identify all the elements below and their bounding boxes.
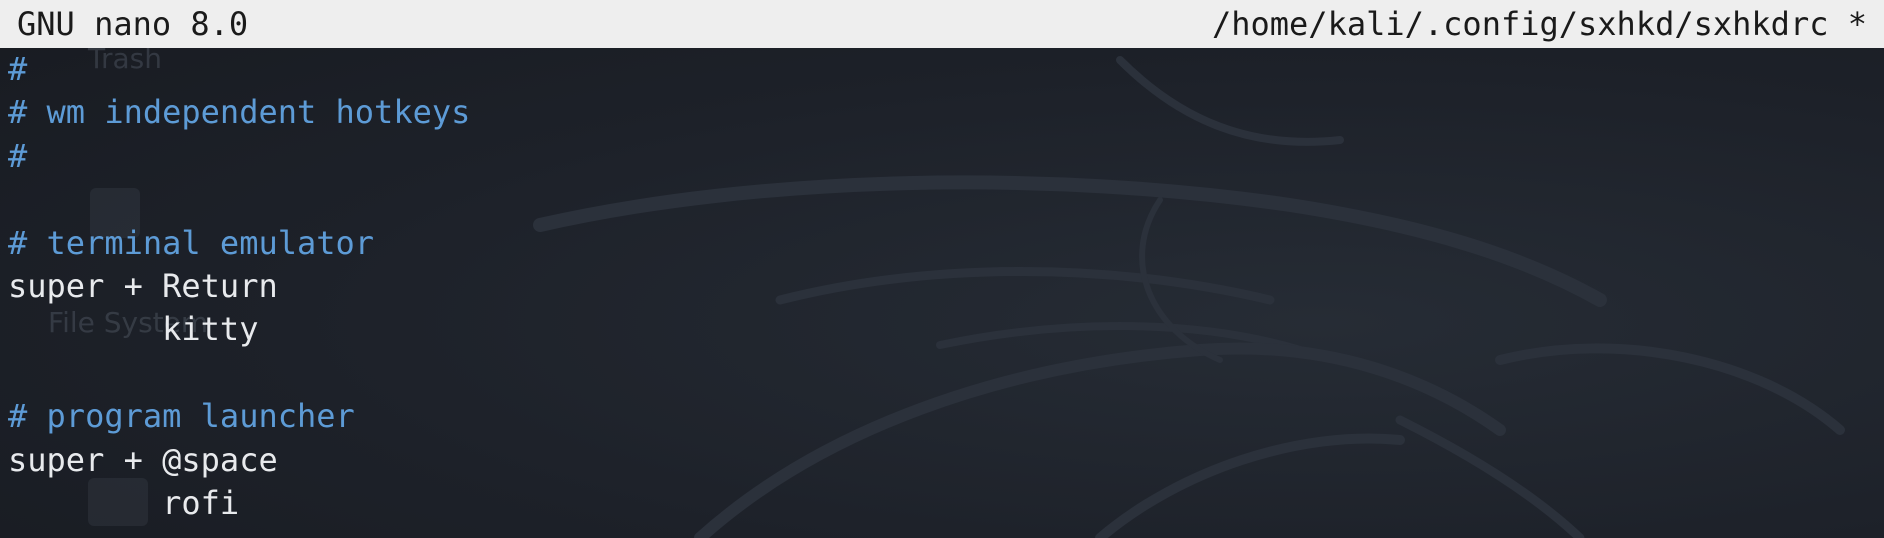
editor-line[interactable]: # wm independent hotkeys: [8, 91, 1868, 134]
terminal-window[interactable]: Trash File System GNU nano 8.0 /home/kal…: [0, 0, 1884, 538]
editor-line[interactable]: kitty: [8, 308, 1868, 351]
editor-line[interactable]: [8, 178, 1868, 221]
editor-line[interactable]: super + Return: [8, 265, 1868, 308]
editor-line[interactable]: super + @space: [8, 439, 1868, 482]
file-path: /home/kali/.config/sxhkd/sxhkdrc *: [1211, 5, 1867, 43]
editor-line[interactable]: #: [8, 135, 1868, 178]
editor-line[interactable]: # terminal emulator: [8, 222, 1868, 265]
nano-version: GNU nano 8.0: [17, 5, 249, 43]
editor-line[interactable]: [8, 352, 1868, 395]
editor-line[interactable]: # program launcher: [8, 395, 1868, 438]
editor-text-area[interactable]: # # wm independent hotkeys # # terminal …: [8, 48, 1868, 525]
editor-line[interactable]: rofi: [8, 482, 1868, 525]
nano-title-bar: GNU nano 8.0 /home/kali/.config/sxhkd/sx…: [0, 0, 1884, 48]
editor-line[interactable]: #: [8, 48, 1868, 91]
